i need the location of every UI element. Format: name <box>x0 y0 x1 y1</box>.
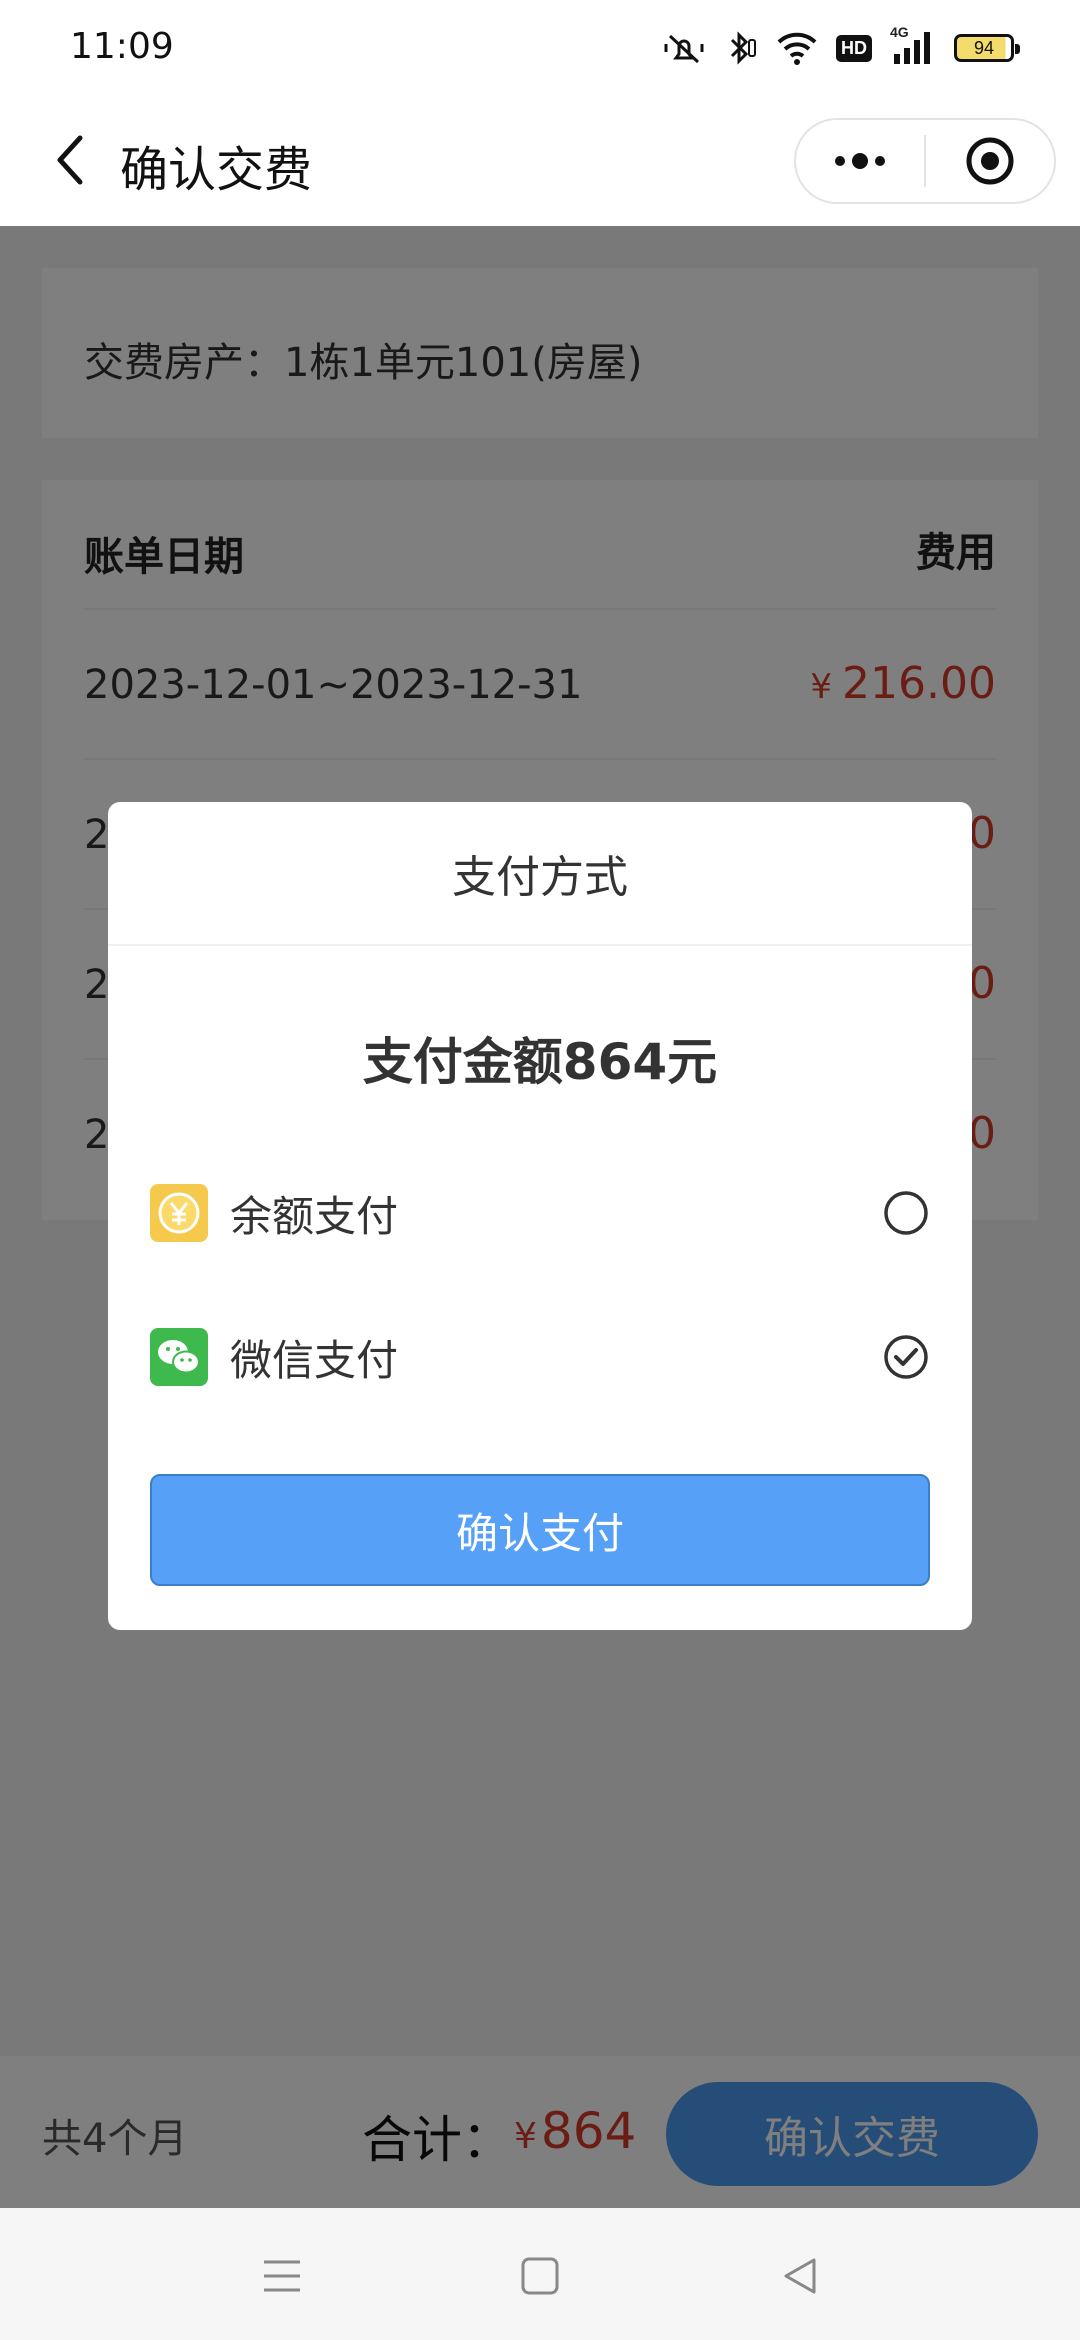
payment-option-label: 微信支付 <box>230 1335 399 1385</box>
system-nav-bar <box>0 2208 1080 2340</box>
status-bar: 11:09 HD 4G 94 <box>0 0 1080 100</box>
signal-icon: 4G <box>890 24 936 66</box>
bluetooth-icon <box>724 30 758 66</box>
payment-amount: 支付金额864元 <box>362 1033 718 1091</box>
battery-icon: 94 <box>954 34 1020 62</box>
back-button[interactable] <box>38 128 102 192</box>
payment-option-wechat[interactable]: 微信支付 <box>150 1302 930 1412</box>
yuan-coin-icon <box>150 1184 208 1242</box>
square-icon <box>521 2257 559 2295</box>
home-nav-button[interactable] <box>510 2248 570 2304</box>
wifi-icon <box>776 30 818 66</box>
mini-program-capsule <box>794 118 1056 204</box>
payment-method-modal: 支付方式 支付金额864元 余额支付 微信支付 确认支付 <box>108 802 972 1630</box>
modal-title: 支付方式 <box>108 802 972 946</box>
more-button[interactable] <box>796 120 924 202</box>
triangle-back-icon <box>784 2258 816 2294</box>
more-dots-icon <box>835 153 885 169</box>
mute-icon <box>662 30 706 66</box>
nav-bar: 确认交费 <box>0 100 1080 226</box>
close-mini-program-button[interactable] <box>926 120 1054 202</box>
menu-nav-button[interactable] <box>252 2248 312 2304</box>
page-title: 确认交费 <box>120 142 313 198</box>
chevron-left-icon <box>57 135 83 185</box>
menu-icon <box>264 2260 300 2292</box>
target-circle-icon <box>966 137 1014 185</box>
back-nav-button[interactable] <box>770 2248 830 2304</box>
payment-option-balance[interactable]: 余额支付 <box>150 1158 930 1268</box>
hd-icon: HD <box>836 34 872 62</box>
confirm-payment-button[interactable]: 确认支付 <box>150 1474 930 1586</box>
status-time: 11:09 <box>70 26 174 67</box>
payment-option-label: 余额支付 <box>230 1191 399 1241</box>
wechat-icon <box>150 1328 208 1386</box>
radio-unchecked-icon[interactable] <box>882 1189 930 1237</box>
status-icons: HD 4G 94 <box>662 24 1020 68</box>
radio-checked-icon[interactable] <box>882 1333 930 1381</box>
